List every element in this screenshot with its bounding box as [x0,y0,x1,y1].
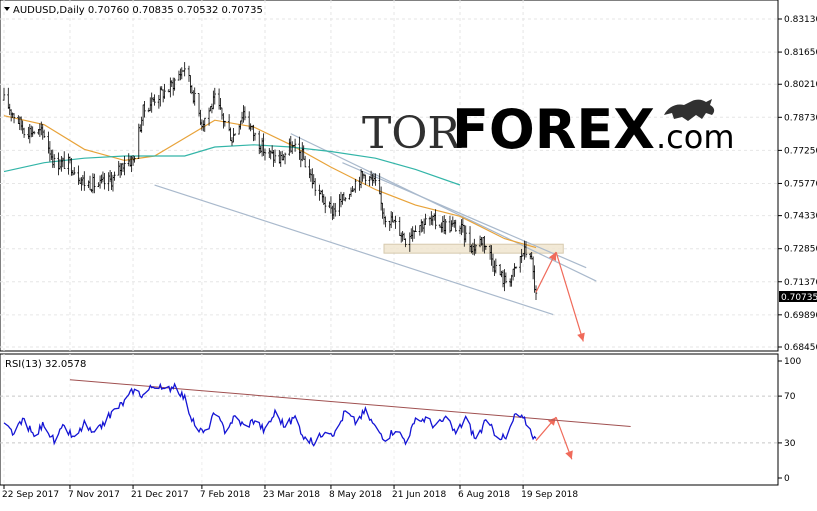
price-tick-label: 0.80210 [784,80,817,90]
time-tick-label: 8 May 2018 [329,490,382,500]
price-tick-label: 0.75770 [784,179,817,189]
time-tick-label: 19 Sep 2018 [521,490,578,500]
rsi-tick-label: 30 [784,439,796,449]
price-tick-label: 0.68450 [784,343,817,353]
price-tick-label: 0.77250 [784,146,817,156]
time-tick-label: 21 Dec 2017 [131,490,189,500]
price-tick-label: 0.71370 [784,278,817,288]
price-tick-label: 0.78730 [784,113,817,123]
logo-com: .com [656,118,735,156]
rsi-panel-frame [0,353,779,486]
rsi-tick-label: 100 [784,357,801,367]
time-tick-label: 6 Aug 2018 [458,490,510,500]
chart-canvas[interactable]: 0.83130 0.81650 0.80210 0.78730 0.77250 0.757… [0,0,817,506]
rsi-tick-label: 70 [784,392,796,402]
price-tick-label: 0.72850 [784,245,817,255]
symbol-header: AUDUSD,Daily 0.70760 0.70835 0.70532 0.7… [13,5,263,16]
logo-tor: TOR [362,108,462,159]
price-panel-frame [0,0,779,352]
price-tick-label: 0.83130 [784,15,817,25]
chart-window[interactable]: 0.83130 0.81650 0.80210 0.78730 0.77250 0.757… [0,0,817,506]
price-tick-label: 0.81650 [784,48,817,58]
rsi-title: RSI(13) 32.0578 [5,359,86,370]
rsi-tick-label: 0 [784,474,790,484]
time-tick-label: 22 Sep 2017 [2,490,59,500]
torforex-logo: TOR FOREX .com [362,98,735,161]
price-tick-label: 0.69890 [784,311,817,321]
logo-forex: FOREX [452,98,655,161]
time-tick-label: 7 Nov 2017 [68,490,120,500]
time-tick-label: 21 Jun 2018 [392,490,446,500]
time-tick-label: 23 Mar 2018 [263,490,320,500]
current-price-label: 0.70735 [781,293,817,303]
time-tick-label: 7 Feb 2018 [200,490,251,500]
price-tick-label: 0.74330 [784,212,817,222]
